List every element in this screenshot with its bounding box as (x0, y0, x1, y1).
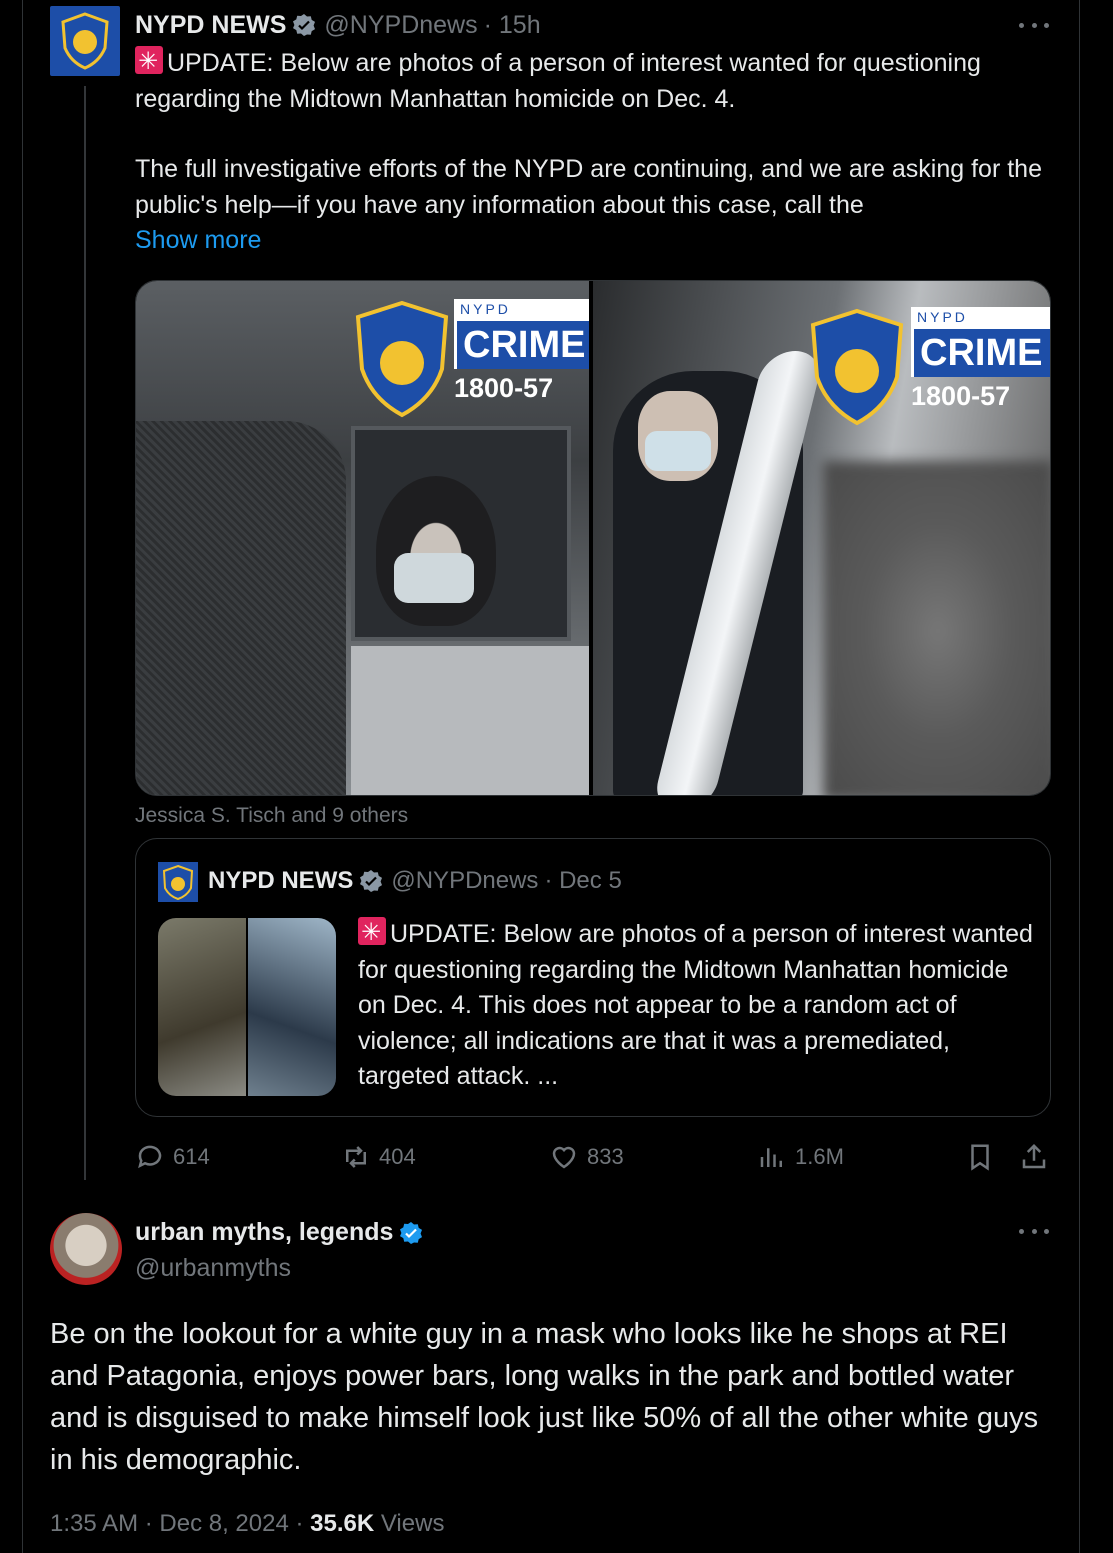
dot-icon (1031, 1228, 1037, 1234)
siren-emoji-icon (135, 44, 163, 80)
tweet-text: UPDATE: Below are photos of a person of … (135, 44, 1050, 259)
crime-stoppers-banner: NYPD CRIME 1800-57 (911, 307, 1050, 412)
reply-header: urban myths, legends (135, 1218, 423, 1247)
person-hood (376, 476, 496, 626)
verified-blue-icon (400, 1221, 423, 1244)
thread-connector (84, 86, 86, 1180)
police-shield-icon (162, 864, 194, 901)
repost-count: 404 (379, 1144, 416, 1169)
quoted-tweet[interactable]: NYPD NEWS @NYPDnews · Dec 5 UPDATE: Belo… (135, 838, 1051, 1117)
quote-text-body: UPDATE: Below are photos of a person of … (358, 920, 1033, 1090)
police-badge-icon (355, 300, 449, 418)
vehicle-seat (136, 421, 346, 795)
reply-author-name[interactable]: urban myths, legends (135, 1218, 393, 1247)
quote-media-thumbnail (158, 918, 336, 1096)
reply-button[interactable]: 614 (135, 1142, 210, 1172)
face-mask (394, 553, 474, 603)
phone-label: 1800-57 (911, 381, 1011, 411)
quote-header: NYPD NEWS @NYPDnews · Dec 5 (208, 867, 622, 895)
reply-views-label: Views (380, 1510, 445, 1537)
dot-icon (1019, 1228, 1024, 1234)
like-button[interactable]: 833 (549, 1142, 624, 1172)
phone-label: 1800-57 (454, 373, 554, 403)
view-count: 1.6M (795, 1144, 844, 1169)
quote-avatar (158, 862, 198, 902)
share-icon (1022, 1143, 1046, 1169)
tweet-media[interactable]: NYPD CRIME 1800-57 NYPD CRIME 1800-57 (135, 280, 1051, 796)
reply-author-handle[interactable]: @urbanmyths (135, 1254, 291, 1283)
dot-icon (1044, 22, 1049, 28)
reply-icon (138, 1145, 162, 1169)
dot-icon (1031, 22, 1037, 28)
partition-panel (351, 646, 590, 795)
crime-stoppers-banner: NYPD CRIME 1800-57 (454, 299, 590, 404)
face-mask (645, 431, 712, 471)
show-more-link[interactable]: Show more (135, 223, 1050, 259)
siren-emoji-icon (358, 915, 386, 951)
share-button[interactable] (1019, 1142, 1057, 1172)
views-button[interactable]: 1.6M (757, 1142, 844, 1172)
tweet-text-line1: UPDATE: Below are photos of a person of … (135, 49, 981, 113)
quote-text: UPDATE: Below are photos of a person of … (358, 915, 1038, 1095)
bookmark-icon (971, 1144, 989, 1171)
reply-meta: 1:35 AM · Dec 8, 2024 · 35.6K Views (50, 1510, 444, 1538)
nypd-label: NYPD (454, 299, 590, 321)
reply-more-options-button[interactable] (1019, 1226, 1049, 1236)
more-options-button[interactable] (1019, 20, 1049, 30)
bookmark-button[interactable] (965, 1142, 1003, 1172)
analytics-icon (760, 1148, 782, 1167)
like-count: 833 (587, 1144, 624, 1169)
repost-icon (346, 1146, 366, 1168)
media-photo-left[interactable]: NYPD CRIME 1800-57 (136, 281, 590, 795)
thumbnail-photo-left (158, 918, 246, 1096)
quote-author-handle: @NYPDnews (391, 867, 539, 894)
author-name[interactable]: NYPD NEWS (135, 11, 286, 40)
reply-text: Be on the lookout for a white guy in a m… (50, 1318, 1039, 1476)
tweet-text-line2: The full investigative efforts of the NY… (135, 155, 1042, 219)
media-photo-right[interactable]: NYPD CRIME 1800-57 (593, 281, 1050, 795)
reply-count: 614 (173, 1144, 210, 1169)
blurred-region (823, 461, 1050, 795)
quote-author-name: NYPD NEWS (208, 867, 354, 894)
verified-gray-icon (293, 14, 316, 36)
reply-timestamp[interactable]: 1:35 AM · Dec 8, 2024 · (50, 1510, 303, 1537)
nypd-label: NYPD (911, 307, 1050, 329)
verified-gray-icon (360, 870, 383, 892)
repost-button[interactable]: 404 (341, 1142, 416, 1172)
tagged-people[interactable]: Jessica S. Tisch and 9 others (135, 804, 408, 828)
heart-icon (552, 1146, 576, 1169)
tweet-time[interactable]: · 15h (484, 11, 541, 40)
quote-time: · Dec 5 (544, 867, 622, 894)
thumbnail-photo-right (248, 918, 336, 1096)
crime-label: CRIME (911, 329, 1050, 377)
tweet-header: NYPD NEWS @NYPDnews · 15h (135, 10, 541, 40)
tweet-actions: 614 404 833 1.6M (135, 1140, 1051, 1176)
crime-label: CRIME (454, 321, 590, 369)
police-shield-icon (61, 12, 109, 70)
author-handle[interactable]: @NYPDnews (324, 11, 477, 40)
dot-icon (1019, 22, 1024, 28)
police-badge-icon (810, 308, 904, 426)
dot-icon (1044, 1228, 1049, 1234)
reply-views-count: 35.6K (310, 1510, 375, 1537)
nypd-avatar[interactable] (50, 6, 120, 76)
urbanmyths-avatar[interactable] (50, 1213, 122, 1285)
